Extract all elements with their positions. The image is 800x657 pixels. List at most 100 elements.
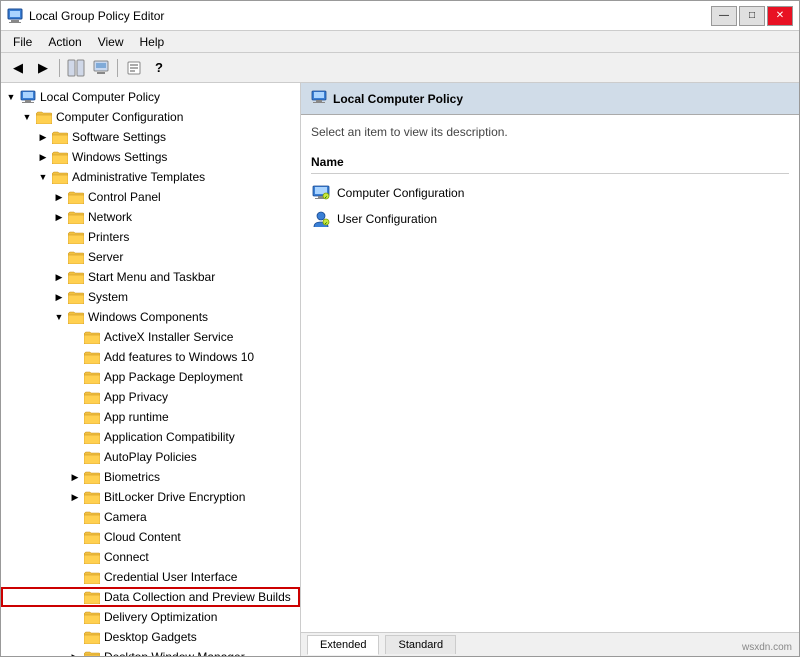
expander-desktop-gadgets: [67, 629, 83, 645]
tree-node-root[interactable]: Local Computer Policy: [1, 87, 300, 107]
tab-standard[interactable]: Standard: [385, 635, 456, 654]
menu-action[interactable]: Action: [40, 33, 89, 50]
tree-node-biometrics[interactable]: Biometrics: [1, 467, 300, 487]
policy-icon-user: ✓: [311, 209, 331, 229]
menu-help[interactable]: Help: [132, 33, 173, 50]
expander-data-collection: [67, 589, 83, 605]
forward-button[interactable]: ▶: [32, 57, 54, 79]
folder-icon-server: [67, 248, 85, 266]
tree-node-app-compat[interactable]: Application Compatibility: [1, 427, 300, 447]
policy-item-computer[interactable]: ✓ Computer Configuration: [311, 180, 789, 206]
expander-system[interactable]: [51, 289, 67, 305]
status-bar: Extended Standard: [301, 632, 799, 656]
policy-label-computer: Computer Configuration: [337, 186, 464, 200]
expander-bitlocker[interactable]: [67, 489, 83, 505]
help-button[interactable]: ?: [148, 57, 170, 79]
tree-node-activex[interactable]: ActiveX Installer Service: [1, 327, 300, 347]
folder-icon-control-panel: [67, 188, 85, 206]
tree-node-server[interactable]: Server: [1, 247, 300, 267]
tree-node-add-features[interactable]: Add features to Windows 10: [1, 347, 300, 367]
folder-icon-admin-tmpl: [51, 168, 69, 186]
folder-icon-win-comp: [67, 308, 85, 326]
tree-node-data-collection[interactable]: Data Collection and Preview Builds: [1, 587, 300, 607]
minimize-button[interactable]: —: [711, 6, 737, 26]
right-description: Select an item to view its description.: [311, 125, 789, 139]
tree-label-app-runtime: App runtime: [104, 410, 169, 424]
expander-app-privacy: [67, 389, 83, 405]
tree-node-windows[interactable]: Windows Settings: [1, 147, 300, 167]
expander-software[interactable]: [35, 129, 51, 145]
expander-root[interactable]: [3, 89, 19, 105]
tree-node-delivery-opt[interactable]: Delivery Optimization: [1, 607, 300, 627]
expander-control-panel[interactable]: [51, 189, 67, 205]
tree-node-camera[interactable]: Camera: [1, 507, 300, 527]
expander-activex: [67, 329, 83, 345]
right-panel: Local Computer Policy Select an item to …: [301, 83, 799, 656]
tree-node-cloud-content[interactable]: Cloud Content: [1, 527, 300, 547]
expander-server: [51, 249, 67, 265]
expander-start-menu[interactable]: [51, 269, 67, 285]
show-hide-button[interactable]: [65, 57, 87, 79]
svg-text:✓: ✓: [324, 221, 327, 226]
tree-label-windows: Windows Settings: [72, 150, 167, 164]
tree-node-comp-config[interactable]: Computer Configuration: [1, 107, 300, 127]
tree-label-comp-config: Computer Configuration: [56, 110, 183, 124]
expander-biometrics[interactable]: [67, 469, 83, 485]
expander-desktop-wm[interactable]: [67, 649, 83, 656]
policy-item-user[interactable]: ✓ User Configuration: [311, 206, 789, 232]
expander-app-pkg: [67, 369, 83, 385]
tree-node-bitlocker[interactable]: BitLocker Drive Encryption: [1, 487, 300, 507]
expander-win-comp[interactable]: [51, 309, 67, 325]
expander-credential-ui: [67, 569, 83, 585]
folder-icon-printers: [67, 228, 85, 246]
up-button[interactable]: [90, 57, 112, 79]
tree-node-win-comp[interactable]: Windows Components: [1, 307, 300, 327]
properties-button[interactable]: [123, 57, 145, 79]
toolbar-separator-2: [117, 59, 118, 77]
tree-node-app-runtime[interactable]: App runtime: [1, 407, 300, 427]
tree-node-start-menu[interactable]: Start Menu and Taskbar: [1, 267, 300, 287]
tree-node-system[interactable]: System: [1, 287, 300, 307]
tree-node-desktop-gadgets[interactable]: Desktop Gadgets: [1, 627, 300, 647]
expander-delivery-opt: [67, 609, 83, 625]
tree-node-app-privacy[interactable]: App Privacy: [1, 387, 300, 407]
back-button[interactable]: ◀: [7, 57, 29, 79]
tab-extended[interactable]: Extended: [307, 635, 379, 655]
expander-network[interactable]: [51, 209, 67, 225]
folder-icon-delivery-opt: [83, 608, 101, 626]
expander-admin-tmpl[interactable]: [35, 169, 51, 185]
tree-label-start-menu: Start Menu and Taskbar: [88, 270, 215, 284]
menu-view[interactable]: View: [90, 33, 132, 50]
tree-node-connect[interactable]: Connect: [1, 547, 300, 567]
folder-icon-windows: [51, 148, 69, 166]
tree-node-app-pkg[interactable]: App Package Deployment: [1, 367, 300, 387]
folder-icon-cloud-content: [83, 528, 101, 546]
expander-windows[interactable]: [35, 149, 51, 165]
tree-node-control-panel[interactable]: Control Panel: [1, 187, 300, 207]
tree-node-desktop-wm[interactable]: Desktop Window Manager: [1, 647, 300, 656]
folder-icon-start-menu: [67, 268, 85, 286]
tree-node-admin-tmpl[interactable]: Administrative Templates: [1, 167, 300, 187]
folder-icon-app-compat: [83, 428, 101, 446]
close-button[interactable]: ✕: [767, 6, 793, 26]
tree-node-network[interactable]: Network: [1, 207, 300, 227]
tree-node-credential-ui[interactable]: Credential User Interface: [1, 567, 300, 587]
menu-file[interactable]: File: [5, 33, 40, 50]
tree-label-biometrics: Biometrics: [104, 470, 160, 484]
folder-icon-desktop-gadgets: [83, 628, 101, 646]
content-area: Local Computer Policy Computer Configura…: [1, 83, 799, 656]
expander-autoplay: [67, 449, 83, 465]
computer-icon: [19, 88, 37, 106]
tree-node-software[interactable]: Software Settings: [1, 127, 300, 147]
title-bar: Local Group Policy Editor — □ ✕: [1, 1, 799, 31]
tree-node-autoplay[interactable]: AutoPlay Policies: [1, 447, 300, 467]
tree-node-printers[interactable]: Printers: [1, 227, 300, 247]
tree-label-camera: Camera: [104, 510, 147, 524]
tree-label-root: Local Computer Policy: [40, 90, 160, 104]
right-panel-content: Select an item to view its description. …: [301, 115, 799, 632]
expander-comp-config[interactable]: [19, 109, 35, 125]
svg-text:✓: ✓: [324, 195, 327, 200]
tree-label-desktop-gadgets: Desktop Gadgets: [104, 630, 197, 644]
maximize-button[interactable]: □: [739, 6, 765, 26]
tree-label-data-collection: Data Collection and Preview Builds: [104, 590, 291, 604]
